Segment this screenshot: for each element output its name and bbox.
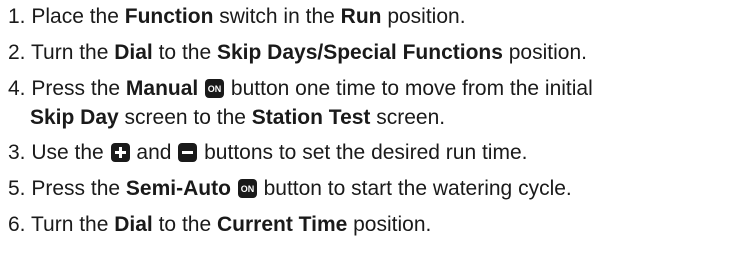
svg-text:ON: ON (208, 84, 222, 94)
manual-on-button-icon: ON (205, 79, 225, 98)
step-5: 5. Press the Semi-Auto ON button to star… (8, 177, 572, 200)
step-3: 3. Use the and buttons to set the desire… (8, 141, 528, 164)
minus-icon (178, 143, 198, 162)
step-1: 1. Place the Function switch in the Run … (8, 5, 466, 28)
plus-icon (110, 143, 130, 162)
instruction-list: 1. Place the Function switch in the Run … (0, 0, 743, 264)
step-2: 2. Turn the Dial to the Skip Days/Specia… (8, 41, 587, 64)
step-6: 6. Turn the Dial to the Current Time pos… (8, 213, 432, 236)
step-4: 4. Press the Manual ON button one time t… (8, 77, 593, 129)
svg-text:ON: ON (241, 184, 255, 194)
semi-auto-on-button-icon: ON (237, 179, 257, 198)
